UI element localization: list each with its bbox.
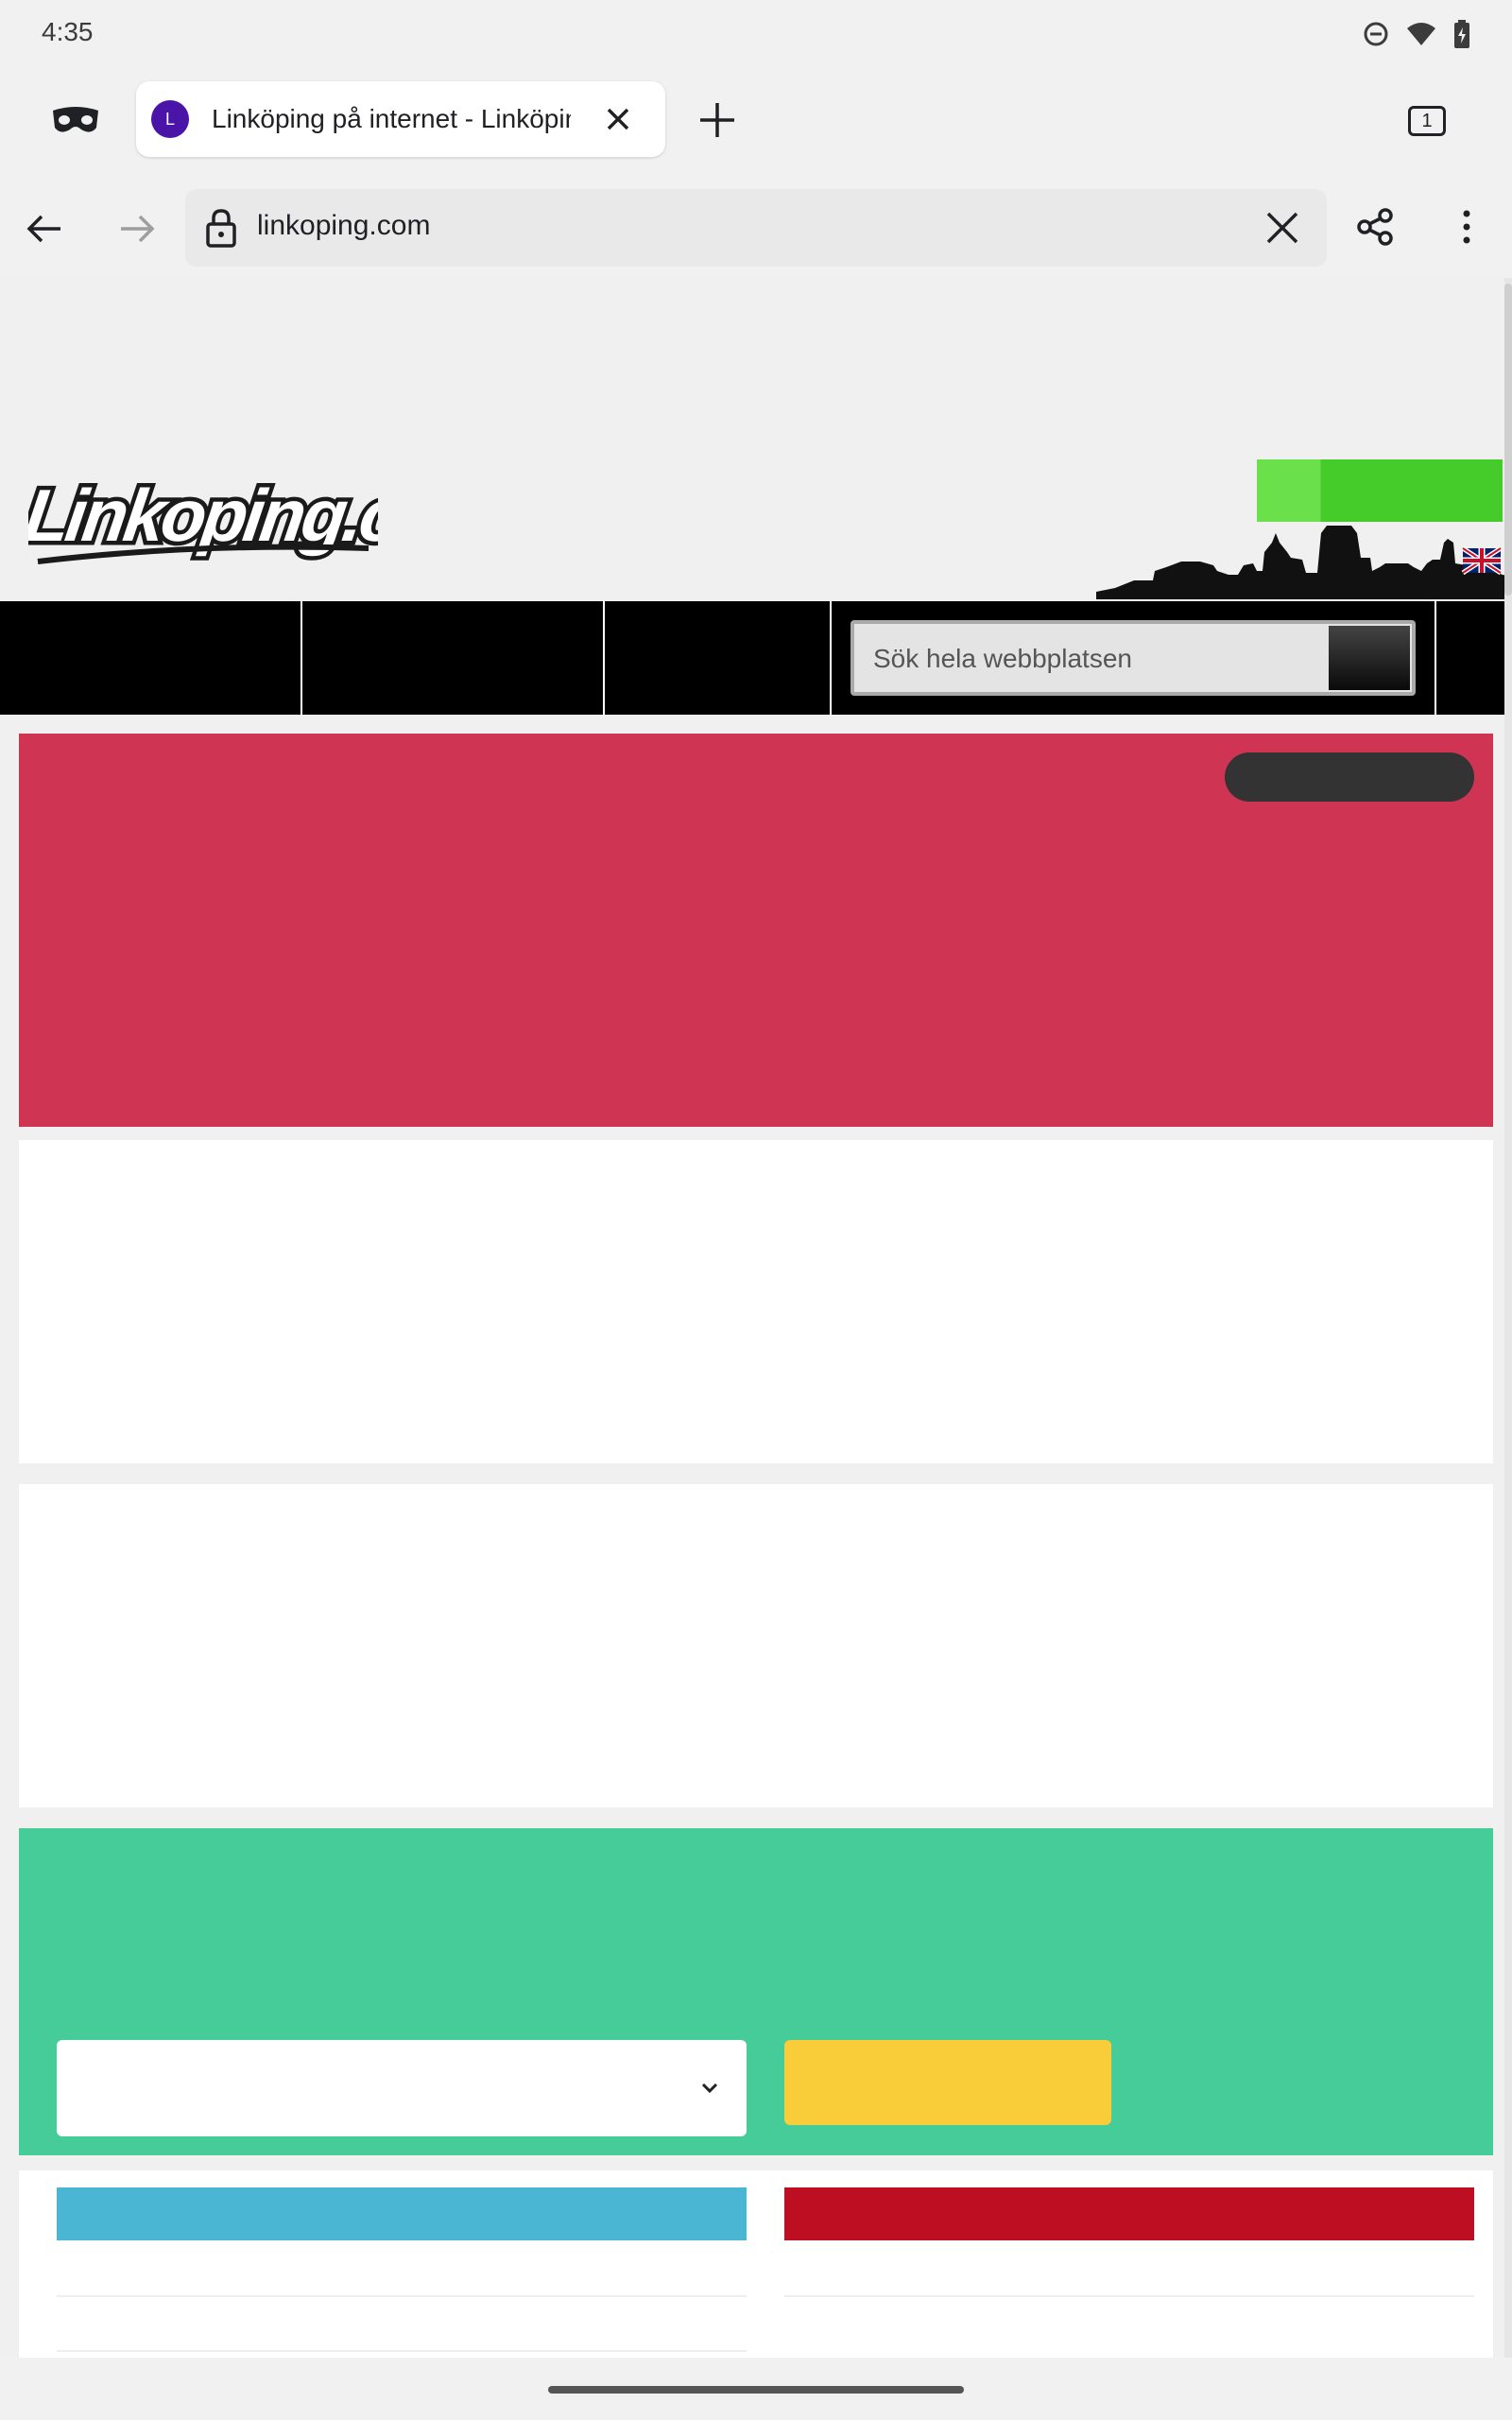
tab-switcher-button[interactable]: 1	[1408, 106, 1446, 136]
city-skyline-image	[1096, 526, 1504, 599]
incognito-icon[interactable]	[49, 101, 102, 139]
list-divider	[57, 2295, 747, 2297]
linkoping-logo[interactable]: Linkoping.com Linkoping.com	[28, 467, 378, 571]
nav-divider	[1435, 601, 1436, 715]
web-page: Linkoping.com Linkoping.com	[0, 278, 1504, 2358]
banner-pill-button[interactable]	[1225, 752, 1474, 802]
clear-url-icon[interactable]	[1261, 206, 1304, 250]
browser-tab[interactable]: L Linköping på internet - Linköping.com	[136, 81, 665, 157]
content-card	[19, 1484, 1493, 1807]
battery-icon	[1454, 20, 1469, 48]
lock-icon	[206, 209, 236, 248]
status-time: 4:35	[42, 17, 94, 46]
more-options-icon[interactable]	[1444, 204, 1489, 250]
content-card	[19, 1140, 1493, 1463]
list-header-red	[784, 2187, 1474, 2240]
nav-item-3[interactable]	[605, 601, 832, 715]
gesture-navigation-handle[interactable]	[548, 2386, 964, 2394]
bottom-lists	[19, 2170, 1493, 2358]
forward-arrow-icon[interactable]	[113, 206, 159, 251]
new-tab-icon[interactable]	[697, 100, 737, 140]
nav-item-1[interactable]	[0, 601, 302, 715]
back-arrow-icon[interactable]	[23, 206, 68, 251]
status-icons	[1363, 19, 1470, 49]
search-input[interactable]	[871, 624, 1310, 694]
chevron-down-icon	[701, 2083, 718, 2094]
tab-title: Linköping på internet - Linköping.com	[212, 104, 571, 133]
do-not-disturb-icon	[1364, 22, 1388, 46]
url-text[interactable]: linkoping.com	[257, 210, 430, 242]
list-divider	[57, 2350, 747, 2352]
search-button[interactable]	[1329, 626, 1410, 690]
status-bar	[0, 0, 1512, 68]
submit-button[interactable]	[784, 2040, 1111, 2125]
uk-flag-icon[interactable]	[1461, 545, 1503, 576]
category-select[interactable]	[57, 2040, 747, 2136]
featured-banner[interactable]	[19, 734, 1493, 1127]
share-icon[interactable]	[1353, 204, 1399, 250]
list-header-blue	[57, 2187, 747, 2240]
tab-favicon: L	[151, 100, 189, 138]
site-search	[850, 620, 1416, 696]
filter-panel	[19, 1828, 1493, 2155]
list-divider	[784, 2295, 1474, 2297]
wifi-icon	[1407, 23, 1435, 45]
svg-text:Linkoping.com: Linkoping.com	[28, 474, 378, 557]
address-bar[interactable]: linkoping.com	[185, 189, 1327, 267]
nav-item-2[interactable]	[302, 601, 605, 715]
scrollbar-thumb[interactable]	[1504, 284, 1512, 596]
close-tab-icon[interactable]	[599, 100, 637, 138]
main-navigation	[0, 601, 1504, 715]
